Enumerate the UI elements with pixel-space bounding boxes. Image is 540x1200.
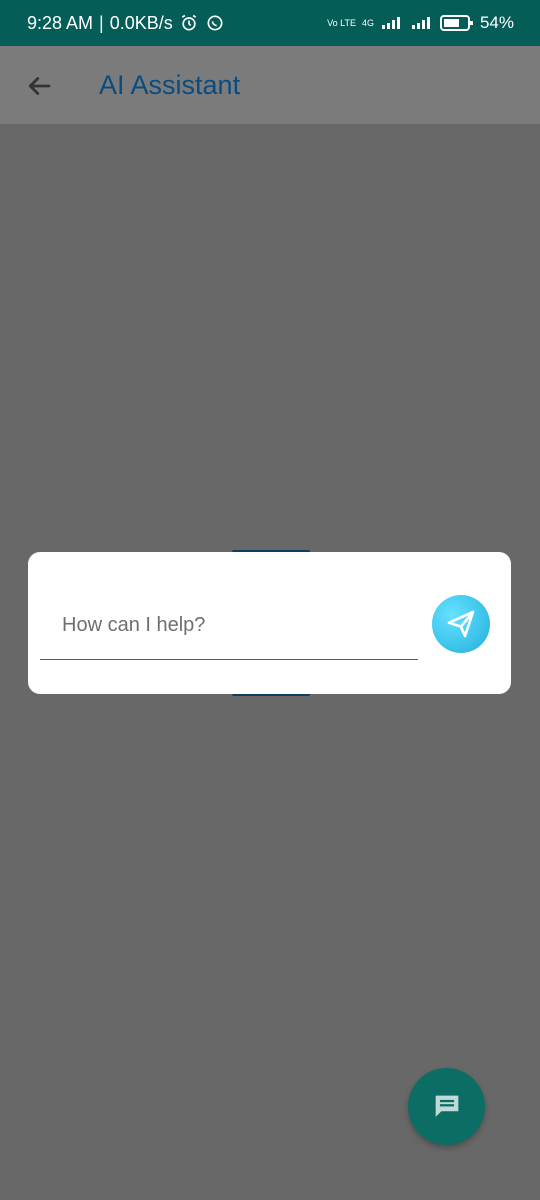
status-network-speed: 0.0KB/s (109, 12, 173, 33)
send-paper-plane-icon (447, 610, 475, 638)
prompt-input[interactable] (40, 592, 418, 660)
network-type: 4G (361, 17, 374, 28)
chat-fab-button[interactable] (408, 1068, 485, 1145)
battery-percent: 54% (479, 13, 514, 32)
page-title: AI Assistant (99, 70, 241, 100)
status-left: 9:28 AM | 0.0KB/s (27, 0, 225, 46)
status-time: 9:28 AM (27, 12, 94, 33)
ask-dialog (28, 552, 511, 694)
input-wrapper (40, 592, 418, 661)
arrow-back-icon[interactable] (24, 71, 54, 101)
chat-icon (435, 1095, 458, 1117)
volte-badge: Vo LTE (327, 17, 356, 28)
status-right: Vo LTE 4G 54% (327, 0, 514, 46)
signal-icon (381, 17, 400, 29)
whatsapp-icon (207, 15, 223, 31)
send-button[interactable] (432, 595, 490, 653)
battery-icon (439, 15, 473, 31)
alarm-icon (181, 14, 196, 31)
status-bar: 9:28 AM | 0.0KB/s Vo LTE 4G 54% (0, 0, 540, 46)
app-bar: AI Assistant (0, 46, 540, 124)
status-separator: | (99, 12, 104, 33)
signal-icon-2 (411, 17, 430, 29)
